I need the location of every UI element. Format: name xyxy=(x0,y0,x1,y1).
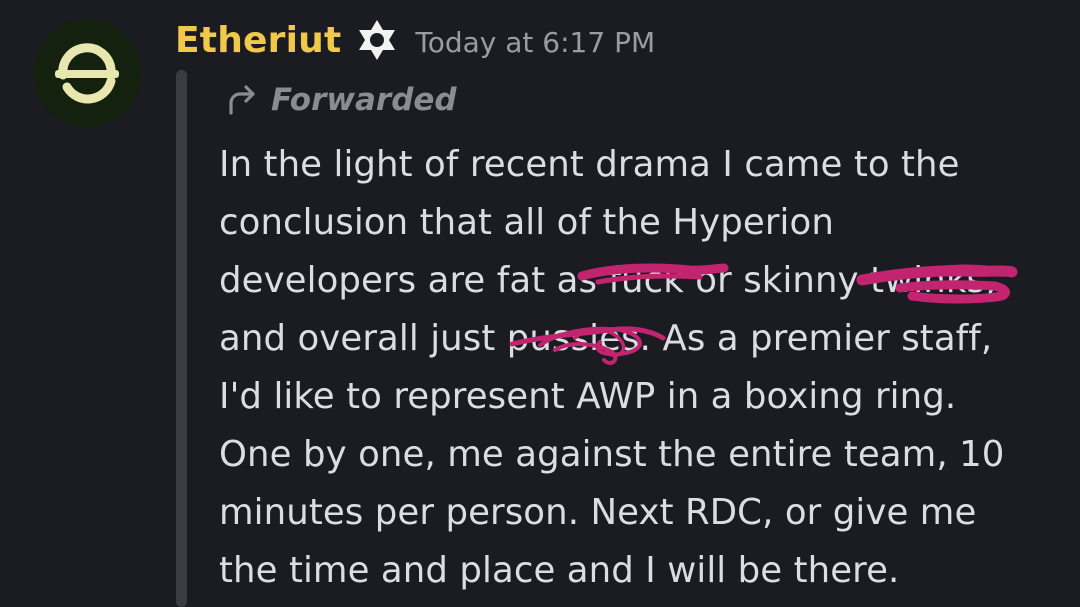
message-body: In the light of recent drama I came to t… xyxy=(219,136,1069,600)
username[interactable]: Etheriut xyxy=(175,20,341,61)
avatar[interactable] xyxy=(33,19,141,127)
forwarded-text: Forwarded xyxy=(271,82,457,118)
message-line: minutes per person. Next RDC, or give me xyxy=(219,492,977,533)
message-line: conclusion that all of the Hyperion xyxy=(219,202,834,243)
forwarded-message: Etheriut Today at 6:17 PM Forwarded In t… xyxy=(0,0,1080,607)
forward-arrow-icon xyxy=(229,85,255,115)
message-line: the time and place and I will be there. xyxy=(219,550,900,591)
server-logo-icon xyxy=(55,43,119,104)
message-header: Etheriut Today at 6:17 PM xyxy=(175,14,655,66)
timestamp: Today at 6:17 PM xyxy=(415,25,656,59)
star-badge-icon[interactable] xyxy=(355,18,399,62)
forward-quote-bar xyxy=(176,70,187,607)
message-line: I'd like to represent AWP in a boxing ri… xyxy=(219,376,957,417)
forwarded-label: Forwarded xyxy=(225,76,457,124)
message-line: In the light of recent drama I came to t… xyxy=(219,144,960,185)
message-line: developers are fat as fuck or skinny twi… xyxy=(219,260,997,301)
message-line: and overall just pussies. As a premier s… xyxy=(219,318,993,359)
message-line: One by one, me against the entire team, … xyxy=(219,434,1005,475)
